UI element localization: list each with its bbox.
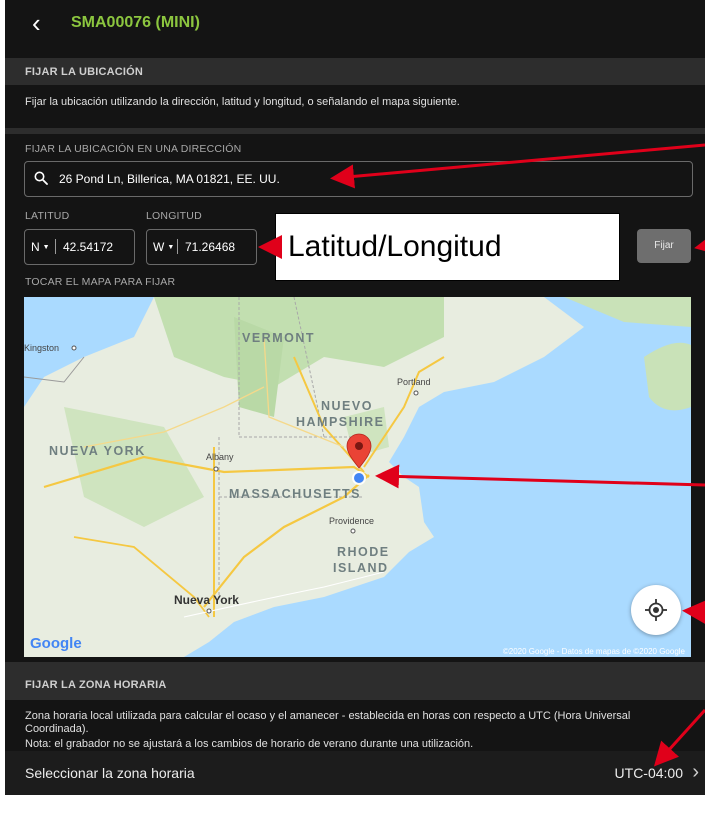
timezone-select-row[interactable]: Seleccionar la zona horaria UTC-04:00 › bbox=[5, 751, 705, 795]
callout-text: Latitud/Longitud bbox=[288, 230, 502, 263]
callout-box: Latitud/Longitud bbox=[275, 213, 620, 281]
address-label: FIJAR LA UBICACIÓN EN UNA DIRECCIÓN bbox=[25, 143, 242, 155]
longitude-field: W ▼ 71.26468 bbox=[146, 229, 257, 265]
map-label-providence: Providence bbox=[329, 516, 374, 526]
search-icon bbox=[34, 171, 48, 185]
location-section-header: FIJAR LA UBICACIÓN bbox=[5, 58, 705, 85]
map-city-dot bbox=[413, 390, 419, 396]
latitude-label: LATITUD bbox=[25, 210, 70, 222]
map-city-dot bbox=[71, 345, 77, 351]
chevron-right-icon: › bbox=[692, 761, 699, 783]
timezone-select-label: Seleccionar la zona horaria bbox=[25, 765, 195, 781]
map-label-hampshire: HAMPSHIRE bbox=[296, 415, 385, 429]
timezone-description-main: Zona horaria local utilizada para calcul… bbox=[25, 710, 631, 735]
section-divider bbox=[5, 128, 705, 134]
set-coordinates-button[interactable]: Fijar bbox=[637, 229, 691, 263]
timezone-section-title: FIJAR LA ZONA HORARIA bbox=[25, 679, 167, 691]
map-attribution[interactable]: ©2020 Google - Datos de mapas de ©2020 G… bbox=[503, 647, 686, 656]
location-description: Fijar la ubicación utilizando la direcci… bbox=[25, 96, 460, 108]
longitude-hemisphere-value: W bbox=[153, 240, 165, 254]
map-city-dot bbox=[350, 528, 356, 534]
location-map[interactable]: VERMONT Kingston Portland NUEVO HAMPSHIR… bbox=[24, 297, 691, 657]
longitude-hemisphere-select[interactable]: W ▼ bbox=[153, 240, 174, 254]
caret-down-icon: ▼ bbox=[42, 244, 50, 251]
timezone-description-note: Nota: el grabador no se ajustará a los c… bbox=[25, 738, 474, 750]
map-label-portland: Portland bbox=[397, 377, 431, 387]
field-separator bbox=[177, 239, 178, 254]
map-label-nuevo: NUEVO bbox=[321, 399, 373, 413]
map-label-nueva-york-state: NUEVA YORK bbox=[49, 444, 146, 458]
location-section-title: FIJAR LA UBICACIÓN bbox=[25, 66, 144, 78]
timezone-select-value: UTC-04:00 bbox=[614, 765, 683, 781]
address-search-field[interactable]: 26 Pond Ln, Billerica, MA 01821, EE. UU. bbox=[24, 161, 693, 197]
map-city-dot bbox=[213, 466, 219, 472]
longitude-label: LONGITUD bbox=[146, 210, 202, 222]
latitude-field: N ▼ 42.54172 bbox=[24, 229, 135, 265]
map-label-massachusetts: MASSACHUSETTS bbox=[229, 487, 361, 501]
latitude-input[interactable]: 42.54172 bbox=[63, 240, 113, 254]
timezone-description: Zona horaria local utilizada para calcul… bbox=[25, 710, 695, 751]
map-label-albany: Albany bbox=[206, 452, 234, 462]
map-label-rhode: RHODE bbox=[337, 545, 390, 559]
field-separator bbox=[55, 239, 56, 254]
current-location-dot-icon bbox=[354, 473, 364, 483]
latitude-hemisphere-value: N bbox=[31, 240, 40, 254]
timezone-section-header: FIJAR LA ZONA HORARIA bbox=[5, 662, 705, 700]
device-title: SMA00076 (MINI) bbox=[71, 14, 200, 31]
map-label-vermont: VERMONT bbox=[242, 331, 315, 345]
top-bar: ‹ SMA00076 (MINI) bbox=[5, 0, 705, 48]
map-label-island: ISLAND bbox=[333, 561, 389, 575]
caret-down-icon: ▼ bbox=[167, 244, 175, 251]
crosshair-icon bbox=[645, 599, 667, 621]
map-tap-label: TOCAR EL MAPA PARA FIJAR bbox=[25, 276, 176, 288]
map-pin-hole bbox=[355, 442, 363, 450]
my-location-button[interactable] bbox=[631, 585, 681, 635]
map-city-dot bbox=[206, 608, 212, 614]
latitude-hemisphere-select[interactable]: N ▼ bbox=[31, 240, 50, 254]
map-label-nueva-york-city: Nueva York bbox=[174, 593, 239, 607]
map-canvas: VERMONT Kingston Portland NUEVO HAMPSHIR… bbox=[24, 297, 691, 657]
google-logo: Google bbox=[30, 635, 82, 652]
longitude-input[interactable]: 71.26468 bbox=[185, 240, 235, 254]
address-input[interactable]: 26 Pond Ln, Billerica, MA 01821, EE. UU. bbox=[59, 172, 280, 186]
app-screen: ‹ SMA00076 (MINI) FIJAR LA UBICACIÓN Fij… bbox=[5, 0, 705, 795]
map-label-kingston: Kingston bbox=[24, 343, 59, 353]
back-chevron-icon[interactable]: ‹ bbox=[32, 10, 41, 36]
